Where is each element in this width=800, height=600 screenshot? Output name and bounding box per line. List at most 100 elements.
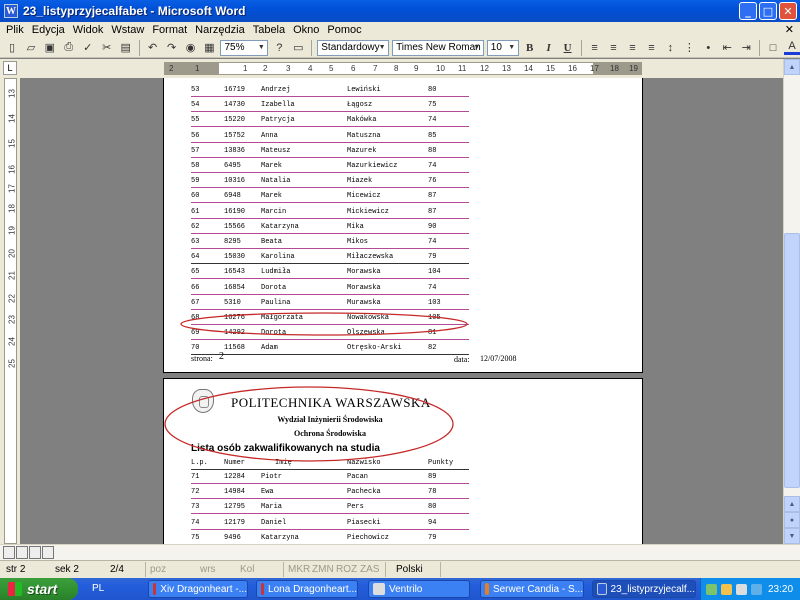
help-icon[interactable]: ? bbox=[271, 40, 287, 56]
scroll-thumb[interactable] bbox=[784, 233, 800, 488]
menu-format[interactable]: Format bbox=[152, 24, 187, 36]
taskbar-item[interactable]: Serwer Candia - S... bbox=[480, 580, 584, 598]
cell-imie: Mateusz bbox=[261, 146, 291, 155]
spellcheck-icon[interactable]: ✓ bbox=[80, 40, 96, 56]
language-indicator[interactable]: PL bbox=[92, 583, 104, 594]
cell-imie: Daniel bbox=[261, 518, 287, 527]
menu-wstaw[interactable]: Wstaw bbox=[111, 24, 144, 36]
taskbar-item[interactable]: Ventrilo bbox=[368, 580, 470, 598]
status-track-changes[interactable]: ZMN bbox=[312, 564, 334, 575]
zoom-select[interactable]: 75% ▼ bbox=[220, 39, 269, 56]
open-folder-icon[interactable]: ▱ bbox=[23, 40, 39, 56]
save-icon[interactable]: ▣ bbox=[42, 40, 58, 56]
cell-imie: Beata bbox=[261, 238, 283, 246]
ruler-number: 1 bbox=[195, 64, 200, 73]
menu-narzedzia[interactable]: Narzędzia bbox=[195, 24, 245, 36]
scroll-down-icon[interactable]: ▼ bbox=[784, 528, 800, 544]
close-button[interactable]: ✕ bbox=[779, 2, 797, 20]
horizontal-ruler-bar: L 2 1 1 2 3 4 5 6 7 8 9 10 11 12 13 14 1… bbox=[0, 59, 800, 78]
hyperlink-icon[interactable]: ◉ bbox=[183, 40, 199, 56]
menu-edycja[interactable]: Edycja bbox=[32, 24, 65, 36]
align-left-icon[interactable]: ≡ bbox=[587, 40, 603, 56]
word-icon bbox=[597, 583, 607, 595]
taskbar-item[interactable]: Xiv Dragonheart -... bbox=[148, 580, 248, 598]
cell-imie: Marek bbox=[261, 192, 283, 201]
taskbar-item[interactable]: Lona Dragonheart... bbox=[256, 580, 358, 598]
status-language[interactable]: Polski bbox=[396, 564, 423, 575]
menu-plik[interactable]: Plik bbox=[6, 24, 24, 36]
taskbar-item-label: 23_listyprzyjecalf... bbox=[610, 583, 695, 595]
page-2[interactable]: POLITECHNIKA WARSZAWSKA Wydział Inżynier… bbox=[163, 378, 643, 544]
font-size-select[interactable]: 10 ▼ bbox=[486, 39, 519, 56]
increase-indent-icon[interactable]: ⇥ bbox=[738, 40, 754, 56]
select-browse-object-icon[interactable]: ● bbox=[784, 512, 800, 528]
normal-view-icon[interactable] bbox=[3, 546, 15, 559]
status-divider bbox=[283, 562, 284, 577]
tray-app-icon[interactable] bbox=[751, 583, 762, 595]
cell-nazwisko: Otręsko-Arski bbox=[347, 344, 402, 353]
page-1[interactable]: 53 16719 Andrzej Lewiński 80 54 14730 Izabella Ł… bbox=[163, 78, 643, 373]
scroll-up-icon[interactable]: ▲ bbox=[784, 496, 800, 512]
tab-selector[interactable]: L bbox=[3, 61, 17, 75]
cell-imie: Maria bbox=[261, 503, 283, 512]
menu-pomoc[interactable]: Pomoc bbox=[327, 24, 361, 36]
minimize-button[interactable]: _ bbox=[739, 2, 757, 20]
table-icon[interactable]: ▦ bbox=[202, 40, 218, 56]
status-overtype[interactable]: ZAS bbox=[360, 564, 379, 575]
taskbar-item-active[interactable]: 23_listyprzyjecalf... bbox=[592, 580, 696, 598]
numbered-list-icon[interactable]: ⋮ bbox=[681, 40, 697, 56]
vertical-ruler[interactable]: 13 14 15 16 17 18 19 20 21 22 23 24 25 bbox=[4, 78, 17, 544]
scroll-up-icon[interactable]: ▲ bbox=[784, 59, 800, 75]
redo-icon[interactable]: ↷ bbox=[164, 40, 180, 56]
status-extend[interactable]: ROZ bbox=[336, 564, 357, 575]
title-bar: W 23_listyprzyjecalfabet - Microsoft Wor… bbox=[0, 0, 800, 22]
document-area[interactable]: 53 16719 Andrzej Lewiński 80 54 14730 Izabella Ł… bbox=[20, 78, 783, 544]
style-select[interactable]: Standardowy ▼ bbox=[317, 39, 390, 56]
font-select[interactable]: Times New Roman ▼ bbox=[392, 39, 484, 56]
document-close-button[interactable]: ✕ bbox=[785, 23, 794, 36]
menu-okno[interactable]: Okno bbox=[293, 24, 319, 36]
menu-tabela[interactable]: Tabela bbox=[253, 24, 285, 36]
ruler-number: 17 bbox=[7, 184, 17, 193]
font-color-icon[interactable]: A bbox=[784, 40, 800, 55]
start-button[interactable]: start bbox=[0, 578, 78, 600]
line-spacing-icon[interactable]: ↕ bbox=[662, 40, 678, 56]
justify-icon[interactable]: ≡ bbox=[643, 40, 659, 56]
bold-button[interactable]: B bbox=[522, 40, 538, 56]
print-icon[interactable]: ⎙ bbox=[61, 40, 77, 56]
cell-nazwisko: Łągosz bbox=[347, 101, 373, 110]
status-record[interactable]: MKR bbox=[288, 564, 310, 575]
new-document-icon[interactable]: ▯ bbox=[4, 40, 20, 56]
network-icon[interactable] bbox=[706, 583, 717, 595]
cell-imie: Adam bbox=[261, 344, 278, 353]
cell-lp: 60 bbox=[191, 192, 200, 201]
cell-imie: Andrzej bbox=[261, 86, 291, 94]
border-icon[interactable]: □ bbox=[765, 40, 781, 56]
italic-button[interactable]: I bbox=[541, 40, 557, 56]
menu-widok[interactable]: Widok bbox=[73, 24, 104, 36]
bullet-list-icon[interactable]: • bbox=[700, 40, 716, 56]
underline-button[interactable]: U bbox=[560, 40, 576, 56]
table-row: 73 12795 Maria Pers 80 bbox=[191, 498, 469, 515]
maximize-button[interactable]: □ bbox=[759, 2, 777, 20]
cut-icon[interactable]: ✂ bbox=[99, 40, 115, 56]
cell-pkt: 104 bbox=[428, 268, 441, 277]
outline-view-icon[interactable] bbox=[42, 546, 54, 559]
vertical-scrollbar[interactable]: ▲ ▲ ● ▼ bbox=[783, 59, 800, 544]
decrease-indent-icon[interactable]: ⇤ bbox=[719, 40, 735, 56]
table-row: 64 15030 Karolina Miłaczewska 79 bbox=[191, 248, 469, 265]
web-view-icon[interactable] bbox=[16, 546, 28, 559]
tray-app-icon[interactable] bbox=[721, 583, 732, 595]
cell-nazwisko: Mika bbox=[347, 222, 364, 231]
read-mode-icon[interactable]: ▭ bbox=[290, 40, 306, 56]
horizontal-scrollbar[interactable] bbox=[0, 544, 800, 560]
volume-icon[interactable] bbox=[736, 583, 747, 595]
print-layout-icon[interactable] bbox=[29, 546, 41, 559]
cell-num: 15030 bbox=[224, 253, 246, 262]
cell-pkt: 75 bbox=[428, 101, 437, 110]
paste-icon[interactable]: ▤ bbox=[118, 40, 134, 56]
align-right-icon[interactable]: ≡ bbox=[624, 40, 640, 56]
horizontal-ruler[interactable]: 2 1 1 2 3 4 5 6 7 8 9 10 11 12 13 14 15 … bbox=[164, 62, 642, 75]
align-center-icon[interactable]: ≡ bbox=[606, 40, 622, 56]
undo-icon[interactable]: ↶ bbox=[145, 40, 161, 56]
